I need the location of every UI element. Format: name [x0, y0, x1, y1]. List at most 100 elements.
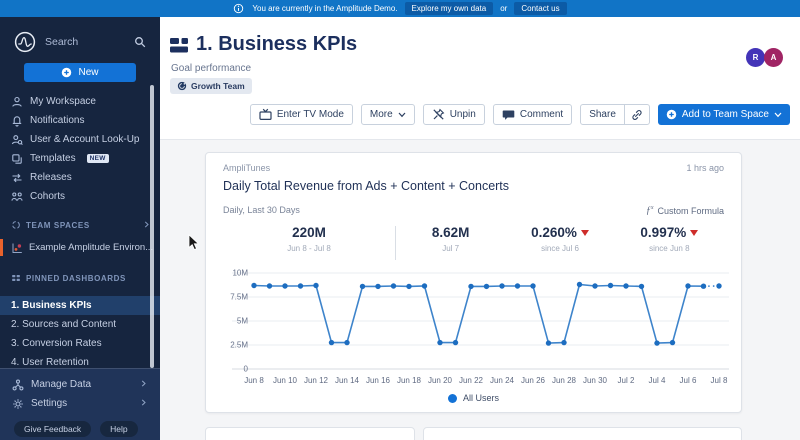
svg-text:0: 0	[244, 365, 249, 374]
svg-text:Jun 16: Jun 16	[366, 376, 391, 385]
templates-icon	[11, 153, 23, 165]
legend-all-users[interactable]: All Users	[206, 393, 741, 403]
sidebar-item-notifications[interactable]: Notifications	[0, 111, 160, 130]
svg-text:Jun 28: Jun 28	[552, 376, 577, 385]
svg-text:Jun 8: Jun 8	[244, 376, 264, 385]
chevron-right-icon	[139, 398, 151, 410]
custom-formula-button[interactable]: ƒx Custom Formula	[646, 205, 724, 216]
search-icon	[134, 36, 146, 48]
dashboard-toolbar: Enter TV Mode More Unpin Comment Share A…	[249, 104, 790, 125]
svg-text:Jul 8: Jul 8	[711, 376, 728, 385]
chart-date-range: Daily, Last 30 Days	[223, 205, 300, 215]
plus-circle-icon	[61, 67, 72, 78]
search-placeholder: Search	[45, 36, 79, 48]
share-button[interactable]: Share	[580, 104, 625, 125]
svg-text:10M: 10M	[232, 269, 248, 278]
manage-data-icon	[12, 379, 24, 391]
avatar-A[interactable]: A	[764, 48, 783, 67]
sidebar-item-cohorts[interactable]: Cohorts	[0, 187, 160, 206]
avatar-R[interactable]: R	[746, 48, 765, 67]
svg-text:Jul 2: Jul 2	[618, 376, 635, 385]
sidebar-item-templates[interactable]: Templates NEW	[0, 149, 160, 168]
svg-text:Jun 14: Jun 14	[335, 376, 360, 385]
scatter-env-icon	[11, 242, 23, 254]
unpin-button[interactable]: Unpin	[422, 104, 485, 125]
stat-block: 0.997% since Jun 8	[615, 225, 724, 253]
sidebar-item-my-workspace[interactable]: My Workspace	[0, 92, 160, 111]
banner-or-text: or	[500, 4, 508, 13]
contact-us-button[interactable]: Contact us	[514, 2, 567, 15]
more-button[interactable]: More	[360, 104, 415, 125]
dashboard-grid-icon	[11, 273, 21, 283]
caret-down-icon	[398, 112, 406, 118]
svg-text:Jun 26: Jun 26	[521, 376, 546, 385]
summary-stats: 220M Jun 8 - Jul 8 8.62M Jul 7 0.260% since J…	[223, 225, 724, 265]
svg-text:Jun 12: Jun 12	[304, 376, 329, 385]
card-partial-left	[205, 427, 415, 440]
amplitude-logo-icon	[14, 31, 36, 53]
enter-tv-mode-button[interactable]: Enter TV Mode	[249, 104, 353, 125]
svg-text:5M: 5M	[237, 317, 248, 326]
team-chip-icon	[177, 81, 187, 91]
sidebar-item-user-account-look-up[interactable]: User & Account Look-Up	[0, 130, 160, 149]
plus-circle-icon	[666, 109, 677, 120]
banner-message: You are currently in the Amplitude Demo.	[252, 4, 398, 13]
page-subtitle: Goal performance	[171, 63, 252, 74]
sidebar-item-releases[interactable]: Releases	[0, 168, 160, 187]
legend-dot-icon	[447, 393, 457, 403]
help-button[interactable]: Help	[100, 421, 138, 437]
svg-text:2.5M: 2.5M	[230, 341, 248, 350]
sidebar-footer: Manage Data Settings Give Feedback Help	[0, 368, 160, 440]
trend-down-icon	[690, 229, 699, 236]
sidebar-item-manage-data[interactable]: Manage Data	[0, 375, 160, 394]
svg-text:Jun 24: Jun 24	[490, 376, 515, 385]
sidebar-item-dashboard-3[interactable]: 3. Conversion Rates	[0, 334, 160, 353]
sidebar-item-settings[interactable]: Settings	[0, 394, 160, 413]
info-icon	[233, 3, 245, 15]
revenue-chart-card: AmpliTunes 1 hrs ago Daily Total Revenue…	[205, 152, 742, 413]
tv-icon	[259, 108, 272, 121]
new-button[interactable]: New	[24, 63, 136, 82]
link-icon	[631, 109, 643, 121]
give-feedback-button[interactable]: Give Feedback	[14, 421, 92, 437]
page-title: 1. Business KPIs	[196, 33, 358, 55]
growth-team-chip[interactable]: Growth Team	[170, 78, 252, 94]
sidebar-menu: My Workspace Notifications User & Account …	[0, 92, 160, 206]
page-header: 1. Business KPIs Goal performance Growth…	[160, 17, 800, 140]
releases-icon	[11, 172, 23, 184]
sidebar-section-pinned-dashboards: PINNED DASHBOARDS	[0, 270, 160, 286]
formula-icon: ƒx	[645, 205, 654, 217]
svg-text:Jul 6: Jul 6	[680, 376, 697, 385]
user-search-icon	[11, 134, 23, 146]
sidebar-scrollbar[interactable]	[150, 85, 154, 368]
stat-block: 8.62M Jul 7	[431, 225, 470, 253]
bell-icon	[11, 115, 23, 127]
sidebar-item-example-environment[interactable]: Example Amplitude Environ...	[0, 238, 160, 257]
sidebar-section-team-spaces[interactable]: TEAM SPACES	[0, 217, 160, 233]
sidebar-item-dashboard-1[interactable]: 1. Business KPIs	[0, 296, 160, 315]
chart-title-link[interactable]: Daily Total Revenue from Ads + Content +…	[223, 179, 509, 193]
trend-down-icon	[580, 229, 589, 236]
stat-block: 0.260% since Jul 6	[505, 225, 614, 253]
dashboard-body: AmpliTunes 1 hrs ago Daily Total Revenue…	[160, 140, 800, 440]
sidebar-item-dashboard-2[interactable]: 2. Sources and Content	[0, 315, 160, 334]
demo-banner: You are currently in the Amplitude Demo.…	[0, 0, 800, 17]
svg-text:Jun 10: Jun 10	[273, 376, 298, 385]
copy-link-button[interactable]	[623, 104, 650, 125]
new-badge: NEW	[86, 154, 109, 163]
comment-button[interactable]: Comment	[492, 104, 573, 125]
share-button-group: Share	[580, 104, 650, 125]
revenue-line-chart[interactable]: 0 2.5M 5M 7.5M 10M Jun 8 Jun 10 Jun 12 Jun 14 Jun…	[218, 263, 731, 393]
caret-down-icon	[774, 112, 782, 118]
comment-icon	[502, 109, 515, 121]
card-partial-right	[423, 427, 742, 440]
card-updated-time: 1 hrs ago	[686, 163, 724, 173]
stat-block: 220M Jun 8 - Jul 8	[287, 225, 331, 253]
svg-text:Jun 18: Jun 18	[397, 376, 422, 385]
team-spaces-icon	[11, 220, 21, 230]
collaborator-avatars: RA	[746, 48, 783, 67]
card-app-name: AmpliTunes	[223, 163, 271, 173]
add-to-team-space-button[interactable]: Add to Team Space	[657, 104, 790, 125]
search-input[interactable]: Search	[14, 29, 146, 55]
explore-own-data-button[interactable]: Explore my own data	[404, 2, 494, 15]
